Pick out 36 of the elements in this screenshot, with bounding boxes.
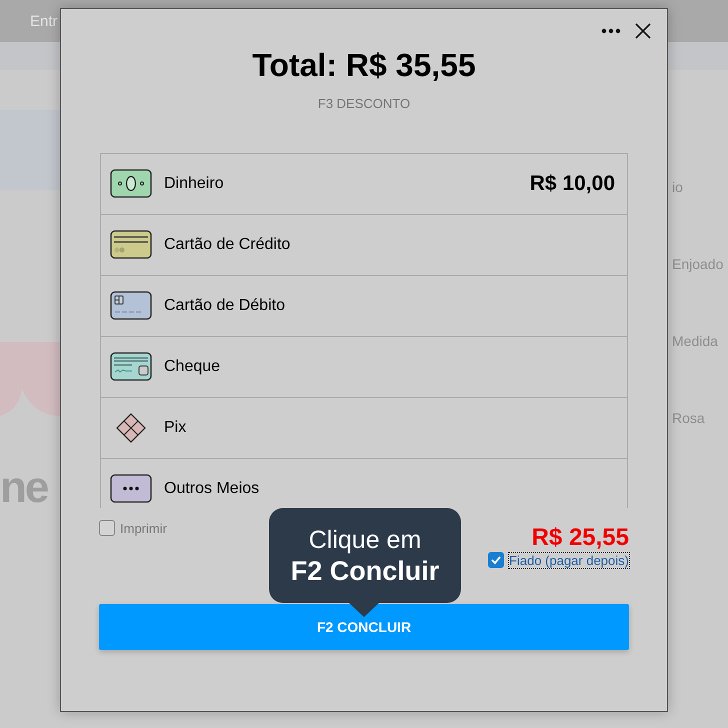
checkbox[interactable] (488, 552, 504, 568)
checkbox-label[interactable]: Fiado (pagar depois) (509, 552, 629, 568)
checkmark-icon (490, 554, 502, 566)
payment-method-row[interactable]: Cartão de Crédito (101, 215, 627, 276)
payment-method-row[interactable]: Cartão de Débito (101, 276, 627, 337)
payment-method-label: Cheque (164, 358, 222, 376)
cheque-icon (110, 352, 152, 382)
payment-method-row[interactable]: Pix (101, 398, 627, 459)
checkbox-label[interactable]: Imprimir (120, 520, 167, 536)
nav-link[interactable]: Entr (30, 12, 58, 30)
payment-method-label: Cartão de Débito (164, 297, 286, 315)
card-icon (110, 230, 152, 260)
checkbox[interactable] (99, 520, 115, 536)
confirm-button[interactable]: F2 CONCLUIR (99, 604, 629, 650)
payment-method-row[interactable]: Dinheiro R$ 10,00 (101, 154, 627, 215)
payment-method-label: Dinheiro (164, 175, 225, 193)
menu-item[interactable]: io (668, 176, 728, 199)
card-icon (110, 291, 152, 321)
menu-item[interactable]: Enjoado (668, 253, 728, 276)
tooltip-text: F2 Concluir (290, 554, 440, 586)
tooltip-text: Clique em (308, 524, 422, 554)
more-icon[interactable] (601, 28, 621, 34)
more-icon (110, 474, 152, 504)
menu-item[interactable]: Rosa (668, 407, 728, 430)
payment-amount: R$ 10,00 (530, 172, 615, 196)
total-title: Total: R$ 35,55 (252, 47, 476, 84)
close-icon[interactable] (635, 23, 651, 39)
discount-link[interactable]: F3 DESCONTO (318, 96, 410, 111)
remaining-amount: R$ 25,55 (532, 524, 629, 552)
banknote-icon (110, 169, 152, 199)
menu-item[interactable]: Medida (668, 330, 728, 353)
payment-method-label: Outros Meios (164, 480, 260, 498)
payment-method-row[interactable]: Cheque (101, 337, 627, 398)
logo-shape-icon (0, 342, 60, 416)
payment-method-label: Pix (164, 419, 188, 437)
payment-method-label: Cartão de Crédito (164, 236, 292, 254)
